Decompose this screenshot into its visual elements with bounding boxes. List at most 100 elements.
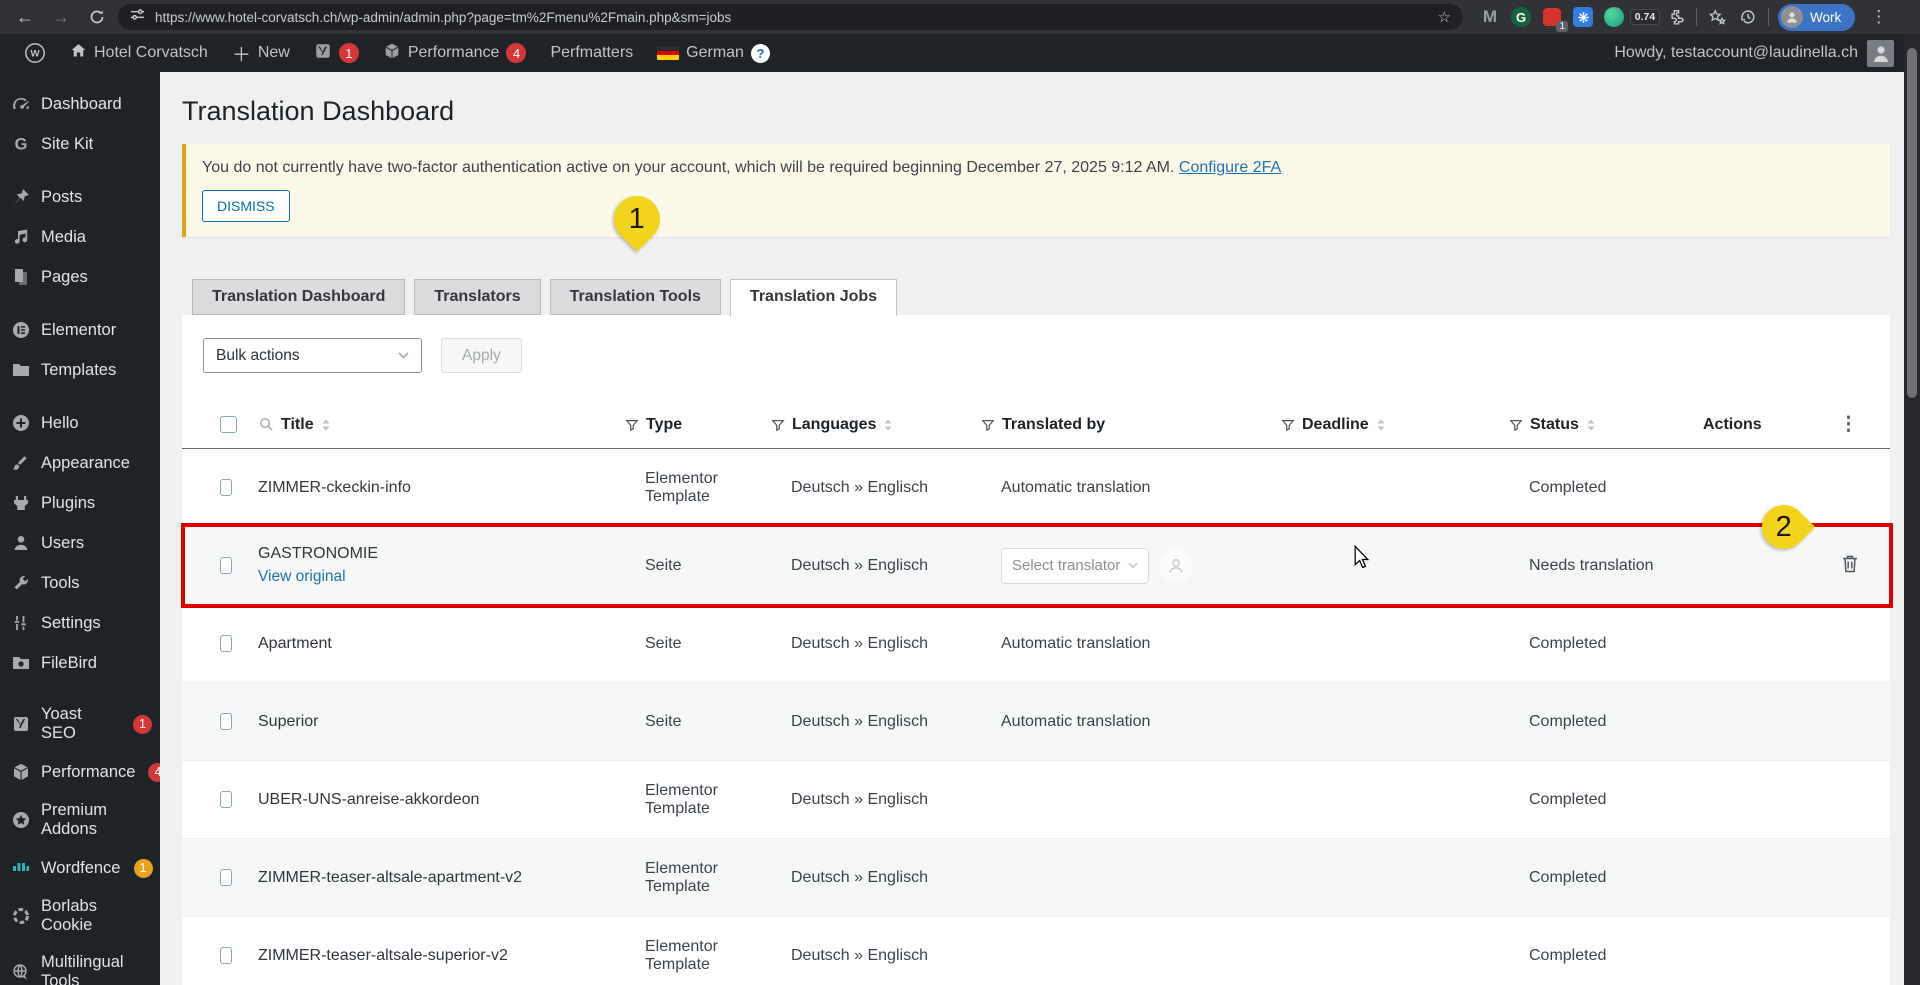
delete-job-button[interactable] [1838, 551, 1862, 580]
cell-actions [1684, 683, 1890, 760]
sidebar-item-dashboard[interactable]: Dashboard [0, 84, 160, 124]
site-settings-icon[interactable] [130, 7, 145, 27]
column-settings-icon[interactable]: ⋮ [1839, 413, 1890, 436]
cell-translated-by: Automatic translation [1001, 634, 1151, 652]
extension-red-icon[interactable]: 1 [1541, 6, 1568, 32]
tab-translation-jobs[interactable]: Translation Jobs [729, 279, 898, 316]
row-checkbox[interactable] [220, 947, 232, 964]
forward-icon[interactable]: → [46, 3, 76, 31]
extensions-puzzle-icon[interactable] [1665, 6, 1687, 28]
sort-icon[interactable] [1376, 418, 1386, 432]
sidebar-item-plugins[interactable]: Plugins [0, 483, 160, 523]
row-checkbox[interactable] [220, 557, 232, 574]
scrollbar-thumb[interactable] [1907, 48, 1917, 398]
bookmark-star-icon[interactable]: ☆ [1438, 8, 1451, 26]
sidebar-item-borlabs-cookie[interactable]: Borlabs Cookie [0, 888, 160, 944]
header-translated-by[interactable]: Translated by [981, 403, 1281, 448]
extension-meter-icon[interactable]: 0.74 [1629, 6, 1661, 28]
filter-icon[interactable] [981, 418, 995, 432]
sidebar-item-wordfence[interactable]: Wordfence 1 [0, 848, 160, 888]
divider [0, 297, 160, 310]
filter-icon[interactable] [771, 418, 785, 432]
reload-icon[interactable] [82, 3, 112, 31]
row-checkbox[interactable] [220, 479, 232, 496]
history-icon[interactable] [1737, 6, 1759, 28]
sidebar-item-site-kit[interactable]: G Site Kit [0, 124, 160, 164]
cell-title: ZIMMER-teaser-altsale-apartment-v2 [240, 839, 625, 916]
elementor-icon [10, 319, 32, 341]
header-label: Actions [1703, 415, 1762, 433]
user-avatar[interactable] [1867, 39, 1894, 67]
filter-icon[interactable] [1281, 418, 1295, 432]
tab-translation-dashboard[interactable]: Translation Dashboard [192, 279, 406, 315]
sidebar-item-pages[interactable]: Pages [0, 257, 160, 297]
search-icon[interactable] [259, 417, 274, 432]
view-original-link[interactable]: View original [258, 568, 346, 586]
bookmarks-stars-icon[interactable] [1706, 6, 1728, 28]
apply-button[interactable]: Apply [441, 338, 522, 373]
browser-menu-icon[interactable]: ⋮ [1864, 7, 1893, 27]
sort-icon[interactable] [321, 418, 331, 432]
tab-translation-tools[interactable]: Translation Tools [549, 279, 721, 315]
row-checkbox[interactable] [220, 791, 232, 808]
sidebar-item-templates[interactable]: Templates [0, 350, 160, 390]
admin-bar-performance-button[interactable]: Performance 4 [373, 34, 537, 72]
sidebar-item-yoast-seo[interactable]: Yoast SEO 1 [0, 696, 160, 752]
browser-profile-button[interactable]: Work [1778, 3, 1856, 31]
header-status[interactable]: Status [1509, 403, 1684, 448]
header-title[interactable]: Title [240, 403, 625, 448]
select-all-checkbox[interactable] [220, 416, 237, 433]
extension-grammarly-icon[interactable]: G [1510, 6, 1532, 28]
filter-icon[interactable] [1509, 418, 1523, 432]
sidebar-item-elementor[interactable]: Elementor [0, 310, 160, 350]
sidebar-item-performance[interactable]: Performance 4 [0, 752, 160, 792]
header-type[interactable]: Type [625, 403, 771, 448]
extension-teal-icon[interactable] [1603, 6, 1625, 28]
sidebar-item-multilingual-tools[interactable]: Multilingual Tools [0, 944, 160, 985]
sidebar-item-media[interactable]: Media [0, 217, 160, 257]
cell-languages: Deutsch » Englisch [791, 712, 928, 730]
admin-bar-site-link[interactable]: Hotel Corvatsch [60, 34, 218, 72]
header-languages[interactable]: Languages [771, 403, 981, 448]
row-checkbox[interactable] [220, 713, 232, 730]
wp-logo-icon[interactable]: W [14, 34, 56, 72]
filter-icon[interactable] [625, 418, 639, 432]
header-deadline[interactable]: Deadline [1281, 403, 1509, 448]
sidebar-item-users[interactable]: Users [0, 523, 160, 563]
configure-2fa-link[interactable]: Configure 2FA [1179, 159, 1281, 176]
back-icon[interactable]: ← [10, 3, 40, 31]
bulk-actions-select[interactable]: Bulk actions [203, 338, 422, 373]
select-translator-value: Select translator [1012, 557, 1121, 574]
select-translator-dropdown[interactable]: Select translator [1001, 547, 1149, 584]
cell-actions [1684, 839, 1890, 916]
dismiss-button[interactable]: DISMISS [202, 190, 290, 222]
profile-label: Work [1810, 9, 1842, 25]
extension-gear-icon[interactable] [1572, 6, 1594, 28]
howdy-text[interactable]: Howdy, testaccount@laudinella.ch [1614, 44, 1858, 62]
sidebar-item-tools[interactable]: Tools [0, 563, 160, 603]
folder-icon [10, 359, 32, 381]
row-checkbox[interactable] [220, 635, 232, 652]
tab-bar: Translation Dashboard Translators Transl… [182, 279, 1890, 316]
media-icon [10, 226, 32, 248]
tab-translators[interactable]: Translators [414, 279, 541, 315]
row-checkbox[interactable] [220, 869, 232, 886]
sort-icon[interactable] [1586, 418, 1596, 432]
admin-bar-perfmatters-button[interactable]: Perfmatters [540, 34, 643, 72]
sidebar-item-premium-addons[interactable]: Premium Addons [0, 792, 160, 848]
sidebar-item-posts[interactable]: Posts [0, 177, 160, 217]
sort-icon[interactable] [883, 418, 893, 432]
sidebar-item-hello[interactable]: Hello [0, 403, 160, 443]
cell-deadline [1281, 917, 1509, 985]
pin-number: 2 [1775, 510, 1793, 543]
sidebar-item-appearance[interactable]: Appearance [0, 443, 160, 483]
sidebar-item-filebird[interactable]: FileBird [0, 643, 160, 683]
sidebar-item-settings[interactable]: Settings [0, 603, 160, 643]
cell-languages: Deutsch » Englisch [791, 946, 928, 964]
page-scrollbar[interactable] [1904, 34, 1920, 985]
admin-bar-yoast-button[interactable]: 1 [304, 34, 369, 72]
extension-m-icon[interactable]: M [1479, 6, 1501, 28]
admin-bar-language-switcher[interactable]: German ? [647, 34, 780, 72]
url-bar[interactable]: https://www.hotel-corvatsch.ch/wp-admin/… [118, 4, 1463, 30]
admin-bar-new-button[interactable]: ＋ New [222, 34, 300, 72]
